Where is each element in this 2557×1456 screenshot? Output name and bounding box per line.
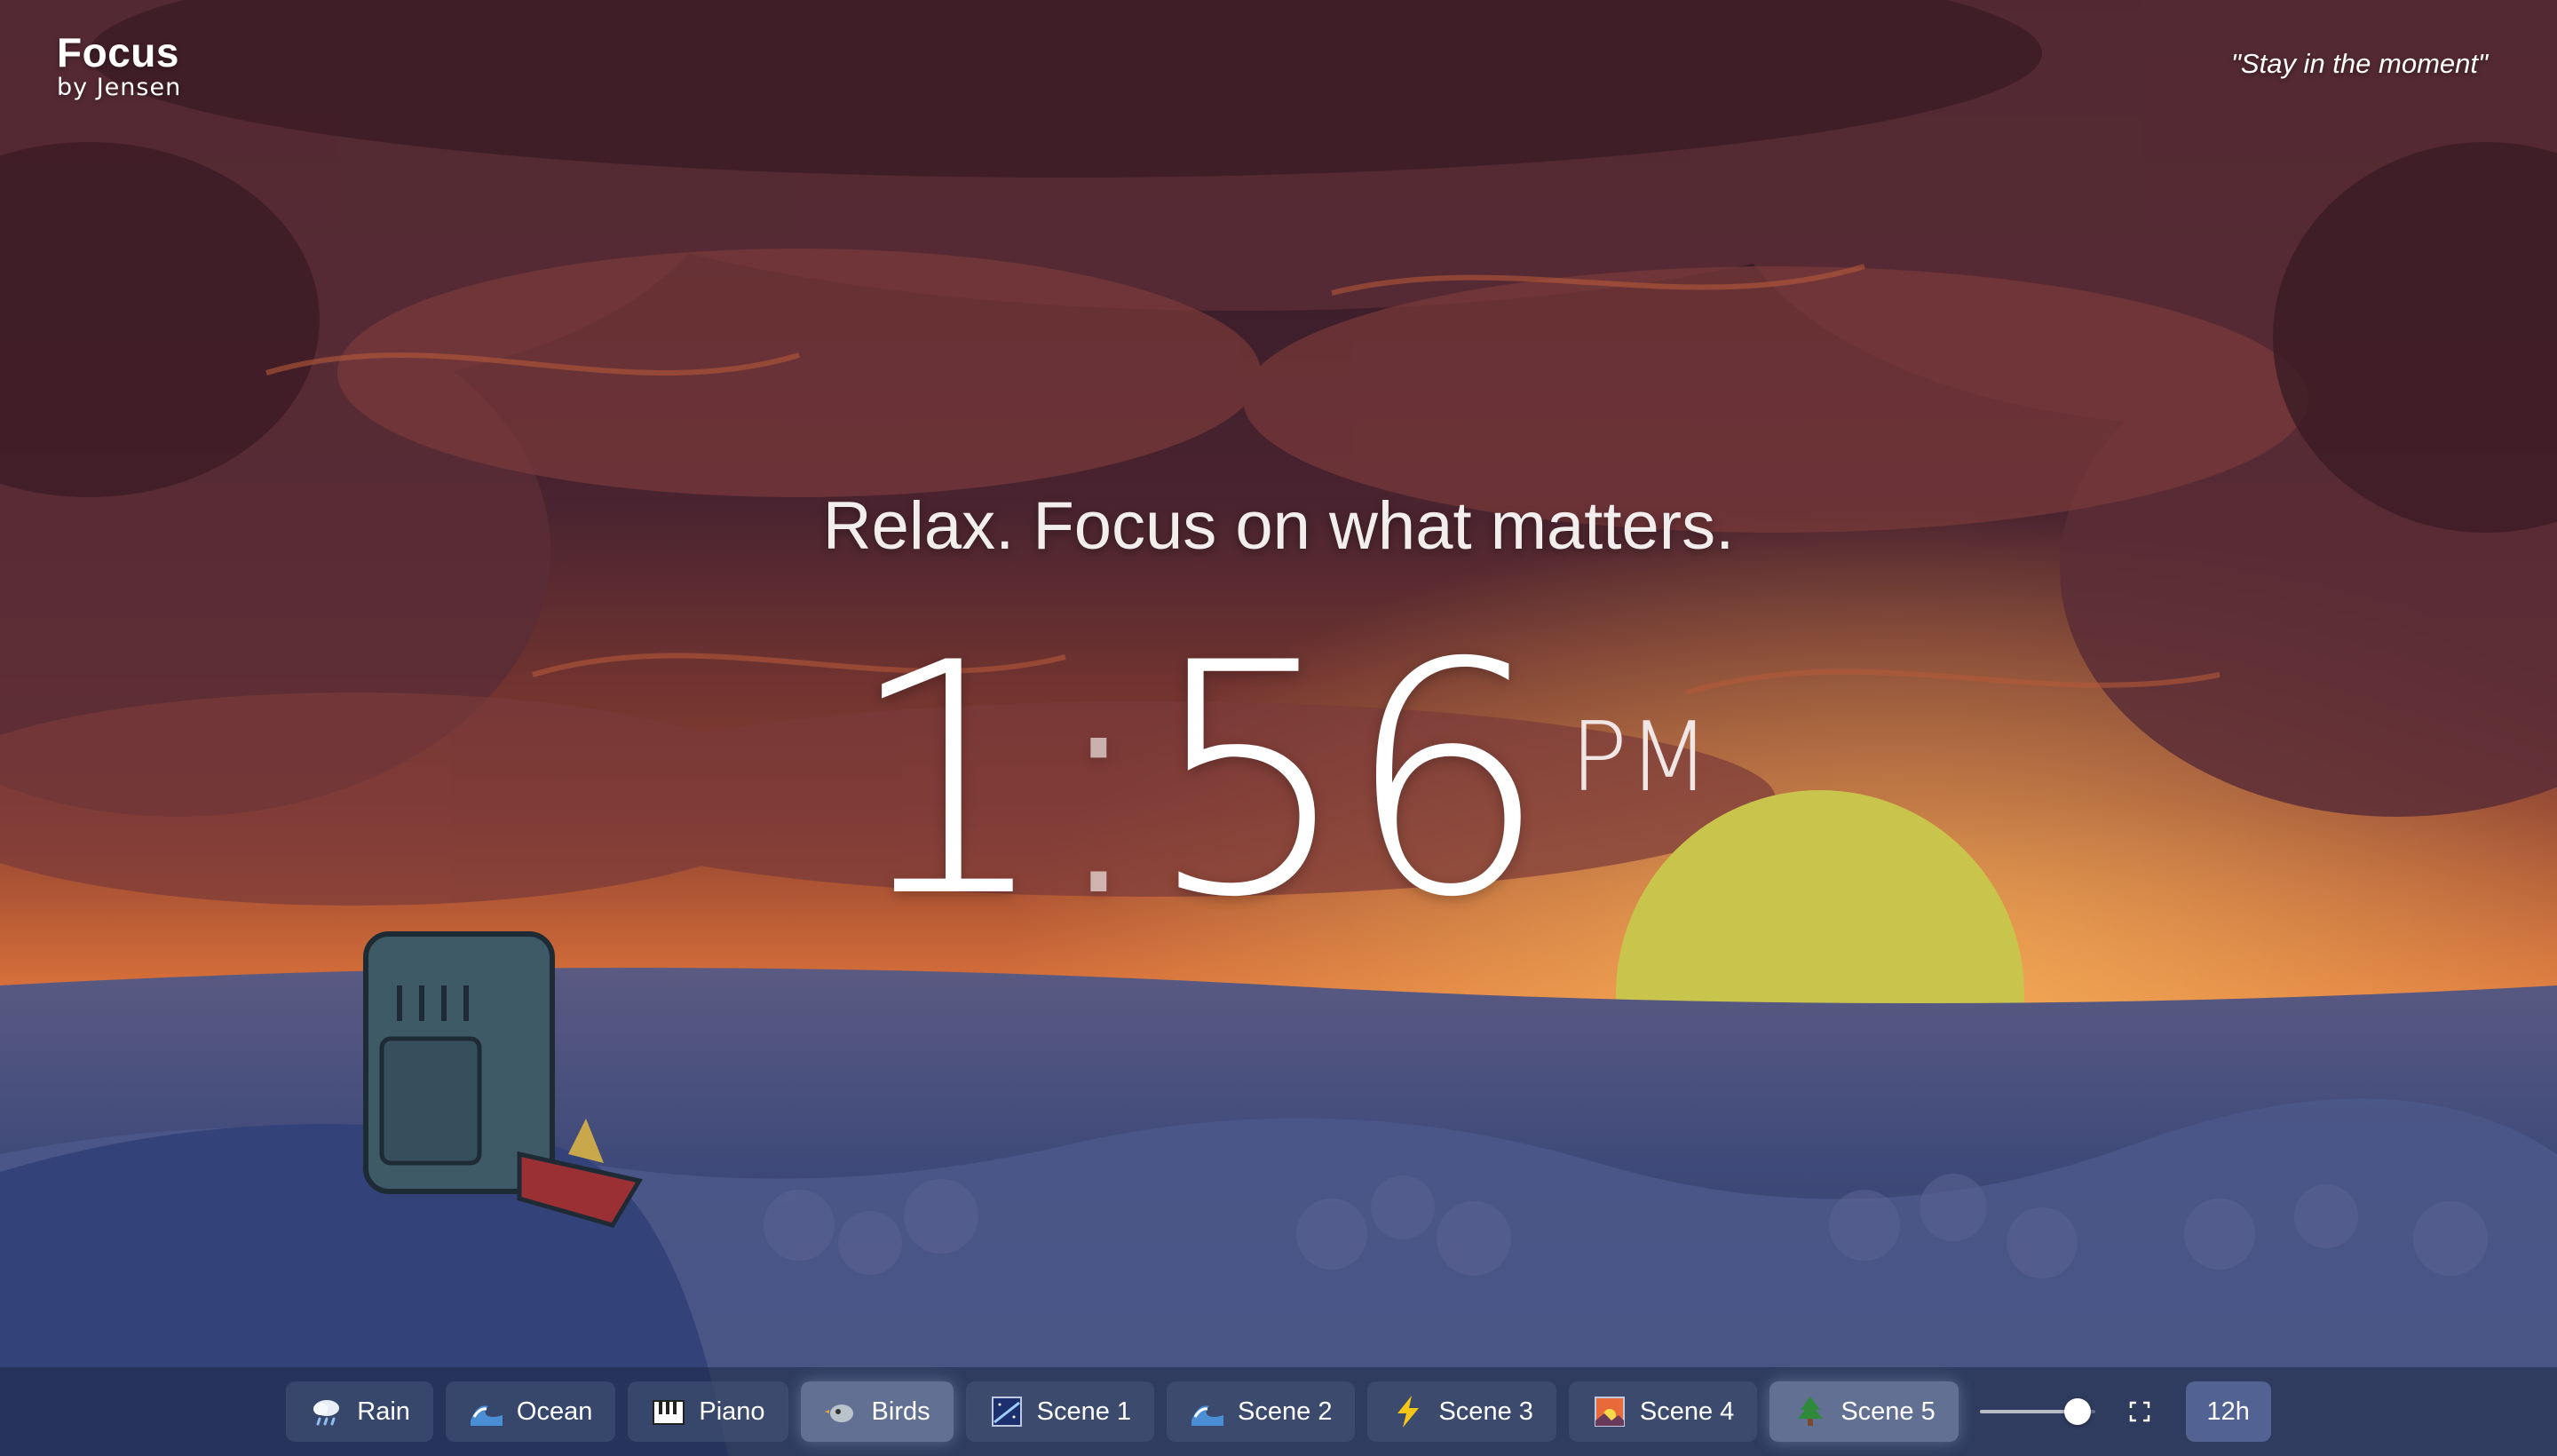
volume-fill [1979, 1410, 2078, 1413]
ocean-button[interactable]: Ocean [445, 1381, 616, 1442]
brand: Focus by Jensen [57, 30, 181, 101]
fullscreen-button[interactable] [2117, 1381, 2163, 1442]
sound-toolbar: Rain Ocean Piano Birds Scene 1 Scene 2 S… [0, 1367, 2557, 1456]
scene-4-button[interactable]: Scene 4 [1568, 1381, 1758, 1442]
night-sky-icon [991, 1397, 1022, 1427]
rain-label: Rain [357, 1397, 410, 1426]
clock: 1:56 PM [0, 613, 2557, 950]
scene-3-label: Scene 3 [1438, 1397, 1533, 1426]
birds-button[interactable]: Birds [800, 1381, 954, 1442]
volume-thumb[interactable] [2064, 1398, 2092, 1425]
brand-subtitle: by Jensen [57, 74, 182, 101]
tree-icon [1798, 1397, 1824, 1426]
scene-1-button[interactable]: Scene 1 [965, 1381, 1155, 1442]
clock-colon: : [1044, 595, 1152, 967]
piano-label: Piano [699, 1397, 765, 1426]
clock-hours: 1 [846, 595, 1050, 967]
brand-title: Focus [57, 29, 179, 75]
quote: "Stay in the moment" [2230, 48, 2488, 79]
clock-minutes: 56 [1146, 595, 1548, 967]
tagline: Relax. Focus on what matters. [822, 488, 1735, 564]
birds-label: Birds [871, 1397, 930, 1426]
wave-icon [1191, 1405, 1224, 1426]
scene-1-label: Scene 1 [1036, 1397, 1132, 1426]
lightning-icon [1397, 1396, 1420, 1428]
scene-5-label: Scene 5 [1841, 1397, 1936, 1426]
volume-slider[interactable] [1979, 1381, 2095, 1442]
scene-4-label: Scene 4 [1639, 1397, 1735, 1426]
wave-icon [470, 1405, 503, 1426]
rain-button[interactable]: Rain [286, 1381, 433, 1442]
focus-app: Focus by Jensen "Stay in the moment" Rel… [0, 0, 2557, 1456]
scene-2-button[interactable]: Scene 2 [1167, 1381, 1356, 1442]
scene-2-label: Scene 2 [1238, 1397, 1333, 1426]
rain-cloud-icon [313, 1400, 340, 1426]
sunrise-icon [1594, 1397, 1625, 1427]
clock-ampm: PM [1570, 702, 1711, 813]
clock-time: 1:56 [847, 613, 1548, 950]
piano-button[interactable]: Piano [628, 1381, 788, 1442]
ocean-label: Ocean [516, 1397, 593, 1426]
bird-icon [824, 1405, 853, 1422]
fullscreen-icon [2129, 1401, 2149, 1422]
scene-3-button[interactable]: Scene 3 [1367, 1381, 1556, 1442]
time-format-button[interactable]: 12h [2185, 1381, 2271, 1442]
piano-keys-icon [653, 1400, 685, 1425]
scene-5-button[interactable]: Scene 5 [1769, 1381, 1959, 1442]
